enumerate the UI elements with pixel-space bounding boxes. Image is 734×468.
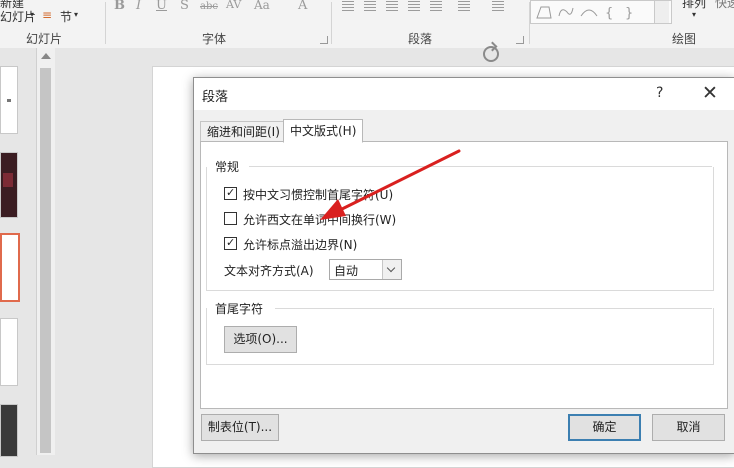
option-label: 按中文习惯控制首尾字符(U) — [243, 188, 394, 202]
section-divider — [249, 166, 712, 167]
section-divider — [275, 308, 712, 309]
section-chevron-icon: ▾ — [74, 10, 79, 19]
tab-panel: 常规 ✓ 按中文习惯控制首尾字符(U) 允许西文在单词中间换行(W) ✓ 允许标… — [200, 141, 728, 409]
check-mark-icon: ✓ — [226, 236, 236, 249]
quick-styles-button[interactable]: 快速 — [715, 0, 734, 11]
italic-icon[interactable]: I — [136, 0, 141, 13]
checkbox-hanging-punctuation[interactable]: ✓ — [224, 236, 237, 250]
rotate-handle-icon[interactable] — [483, 46, 499, 62]
shapes-gallery-icons: { } — [536, 6, 633, 21]
gallery-scroll-icon[interactable] — [654, 1, 669, 23]
scrollbar-thumb[interactable] — [40, 68, 51, 453]
paragraph-dialog: 段落 ? ✕ 缩进和间距(I) 中文版式(H) 常规 ✓ 按中文习惯控制首尾字符… — [193, 77, 734, 454]
section-icon: ≡ — [42, 8, 53, 22]
paragraph-dialog-launcher-icon[interactable] — [516, 36, 524, 44]
chevron-down-icon[interactable] — [382, 260, 401, 279]
new-slide-chevron-icon: ▾ — [30, 10, 35, 19]
shadow-icon[interactable]: S — [180, 0, 189, 13]
scroll-up-icon[interactable] — [41, 53, 51, 59]
slide-thumbnail[interactable] — [0, 404, 18, 457]
slide-thumbnail[interactable] — [0, 66, 18, 134]
checkbox-latin-word-wrap[interactable] — [224, 212, 237, 225]
arrange-chevron-icon: ▾ — [692, 10, 697, 19]
section-button[interactable]: 节 — [60, 8, 72, 25]
columns-icon[interactable] — [458, 1, 470, 11]
bold-icon[interactable]: B — [114, 0, 125, 13]
text-align-value: 自动 — [334, 264, 359, 278]
drawing-group-label: 绘图 — [672, 32, 697, 46]
slides-group-label: 幻灯片 — [26, 32, 63, 46]
thumbnail-scrollbar[interactable] — [36, 48, 56, 455]
font-group-label: 字体 — [202, 32, 227, 46]
text-direction-icon[interactable] — [492, 1, 504, 11]
slide-thumbnail[interactable] — [0, 152, 18, 218]
paragraph-group: 段落 — [332, 0, 530, 48]
slide-thumbnail[interactable] — [0, 318, 18, 386]
tabs-button[interactable]: 制表位(T)... — [201, 414, 279, 441]
slide-thumbnail-selected[interactable] — [0, 233, 20, 302]
slides-group: 新建 幻灯片 ▾ ≡ 节 ▾ 幻灯片 — [0, 0, 105, 48]
ok-button[interactable]: 确定 — [568, 414, 641, 441]
font-group: B I U S abc AV Aa A 字体 — [106, 0, 331, 48]
svg-text:{: { — [605, 6, 613, 21]
align-right-icon[interactable] — [386, 1, 398, 11]
shapes-gallery[interactable]: { } — [530, 0, 672, 24]
check-mark-icon: ✓ — [226, 186, 236, 199]
character-spacing-icon[interactable]: AV — [226, 0, 241, 11]
align-center-icon[interactable] — [364, 1, 376, 11]
slide-thumbnails-panel — [0, 48, 36, 457]
change-case-icon[interactable]: Aa — [254, 0, 270, 12]
tab-indent-spacing[interactable]: 缩进和间距(I) — [200, 121, 287, 142]
distributed-icon[interactable] — [430, 1, 442, 11]
svg-text:}: } — [625, 6, 633, 21]
align-left-icon[interactable] — [342, 1, 354, 11]
font-dialog-launcher-icon[interactable] — [320, 36, 328, 44]
option-label: 允许标点溢出边界(N) — [243, 238, 358, 252]
dialog-titlebar: 段落 ? ✕ — [194, 78, 734, 110]
dialog-title: 段落 — [202, 90, 229, 105]
cancel-button[interactable]: 取消 — [652, 414, 725, 441]
checkbox-control-first-last-char[interactable]: ✓ — [224, 186, 237, 200]
tab-asian-typography[interactable]: 中文版式(H) — [283, 119, 364, 143]
close-button[interactable]: ✕ — [698, 81, 722, 105]
justify-icon[interactable] — [408, 1, 420, 11]
font-color-icon[interactable]: A — [298, 0, 307, 13]
strikethrough-icon[interactable]: abc — [200, 1, 218, 12]
paragraph-group-label: 段落 — [408, 32, 433, 46]
help-button[interactable]: ? — [656, 85, 663, 101]
text-align-label: 文本对齐方式(A) — [224, 264, 314, 278]
underline-icon[interactable]: U — [156, 0, 167, 13]
option-label: 允许西文在单词中间换行(W) — [243, 213, 397, 227]
ribbon: 新建 幻灯片 ▾ ≡ 节 ▾ 幻灯片 B I U S abc AV Aa A 字… — [0, 0, 734, 49]
text-align-select[interactable]: 自动 — [329, 259, 402, 280]
options-button[interactable]: 选项(O)... — [224, 326, 297, 353]
